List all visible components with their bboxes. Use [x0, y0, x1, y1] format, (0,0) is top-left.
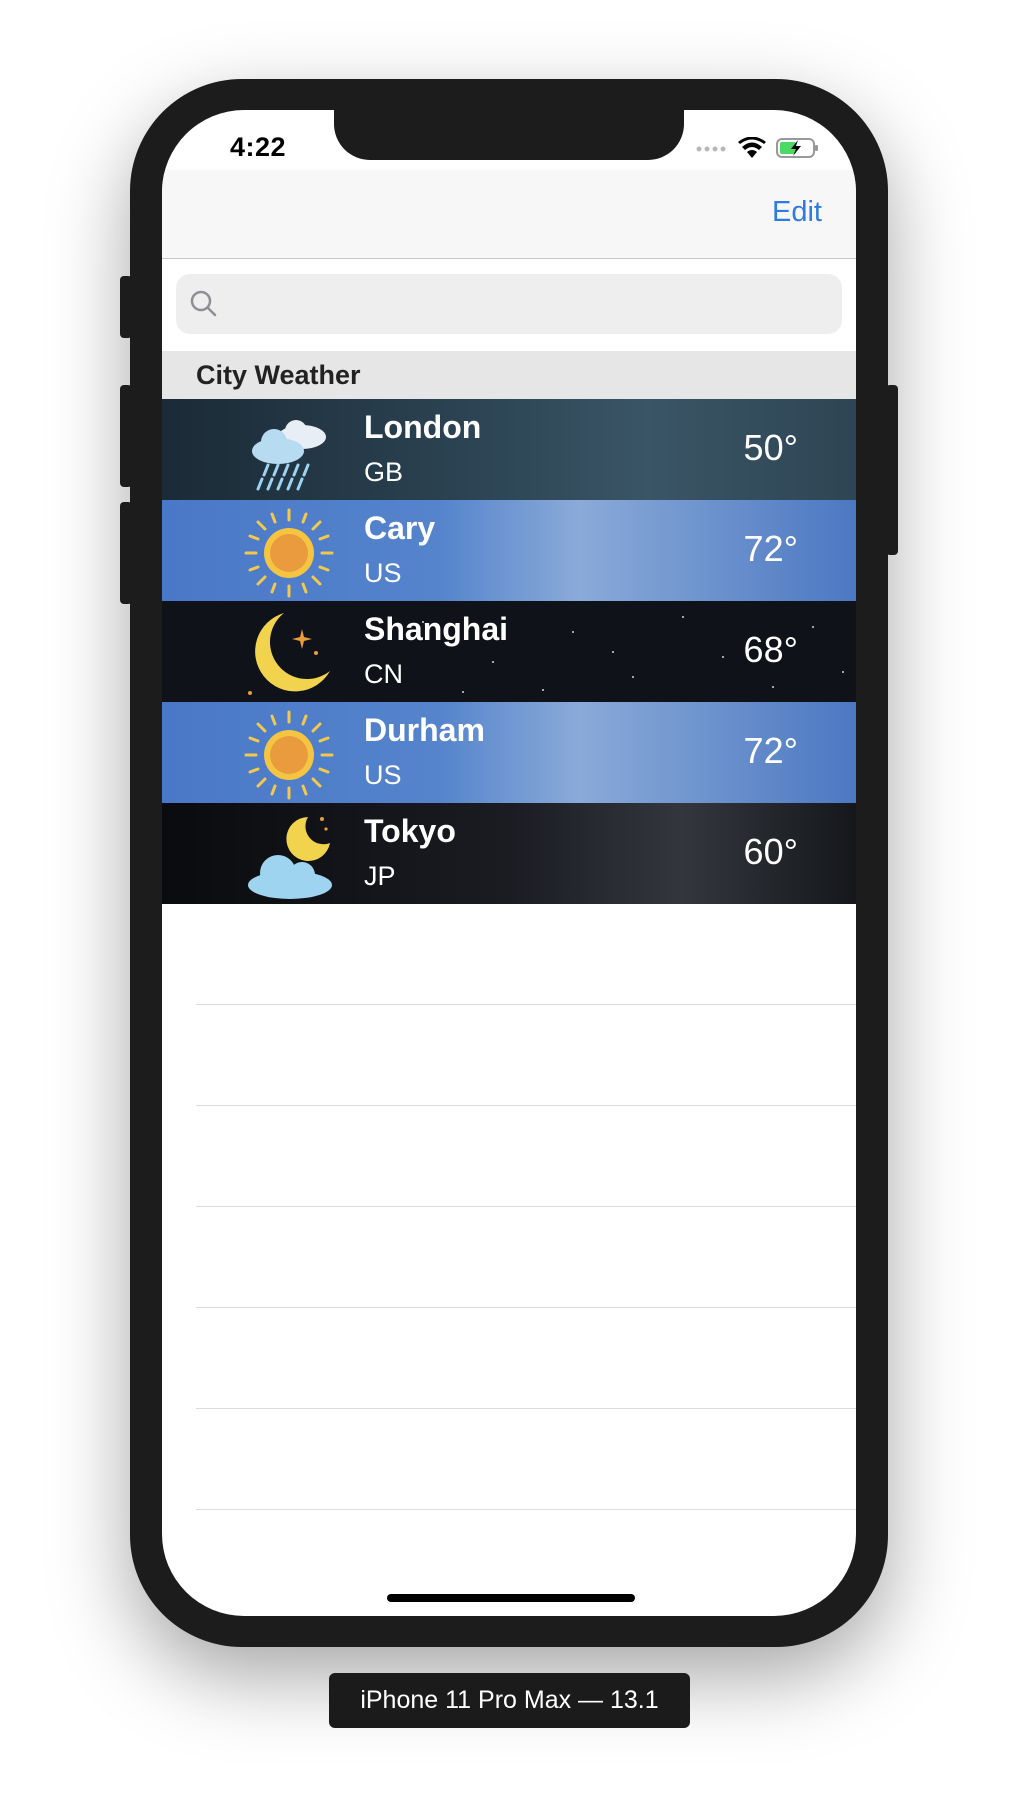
city-name: Cary	[364, 510, 436, 546]
sun-icon	[244, 710, 334, 800]
silent-switch	[120, 276, 132, 338]
search-field[interactable]	[176, 274, 842, 334]
search-icon	[190, 290, 217, 317]
city-row-tokyo[interactable]: Tokyo JP 60°	[162, 803, 856, 904]
power-button	[886, 385, 898, 555]
country-code: US	[364, 558, 402, 588]
sun-icon	[244, 508, 334, 598]
volume-up-button	[120, 385, 132, 487]
city-row-shanghai[interactable]: Shanghai CN 68°	[162, 601, 856, 702]
empty-row-separator	[196, 1509, 856, 1510]
wifi-icon	[738, 137, 766, 158]
empty-row-separator	[196, 1408, 856, 1409]
navigation-bar: Edit	[162, 170, 856, 259]
battery-charging-icon	[776, 138, 818, 158]
city-name: London	[364, 409, 482, 445]
country-code: GB	[364, 457, 404, 487]
empty-row-separator	[196, 1206, 856, 1207]
moon-icon	[248, 613, 330, 695]
volume-down-button	[120, 502, 132, 604]
city-name: Tokyo	[364, 813, 456, 849]
section-header: City Weather	[162, 351, 856, 399]
cellular-signal-icon	[696, 146, 726, 152]
country-code: US	[364, 760, 402, 790]
city-row-cary[interactable]: Cary US 72°	[162, 500, 856, 601]
temperature: 72°	[743, 528, 798, 569]
city-row-london[interactable]: London GB 50°	[162, 399, 856, 500]
edit-button[interactable]: Edit	[772, 196, 822, 229]
city-row-durham[interactable]: Durham US 72°	[162, 702, 856, 803]
country-code: JP	[364, 861, 396, 891]
status-icons	[696, 136, 820, 160]
screen: Edit 4:22 City Weather London GB 50° Car…	[162, 110, 856, 1616]
temperature: 68°	[743, 629, 798, 670]
home-indicator[interactable]	[387, 1594, 635, 1602]
temperature: 60°	[743, 831, 798, 872]
notch	[334, 110, 684, 160]
cloud-rain-icon	[252, 420, 326, 491]
section-title: City Weather	[196, 360, 361, 390]
city-name: Durham	[364, 712, 485, 748]
temperature: 72°	[743, 730, 798, 771]
empty-row-separator	[196, 1307, 856, 1308]
night-cloud-icon	[248, 817, 332, 899]
temperature: 50°	[743, 427, 798, 468]
country-code: CN	[364, 659, 403, 689]
empty-row-separator	[196, 1004, 856, 1005]
city-name: Shanghai	[364, 611, 509, 647]
status-time: 4:22	[230, 132, 287, 162]
device-label: iPhone 11 Pro Max — 13.1	[329, 1673, 690, 1728]
empty-row-separator	[196, 1105, 856, 1106]
